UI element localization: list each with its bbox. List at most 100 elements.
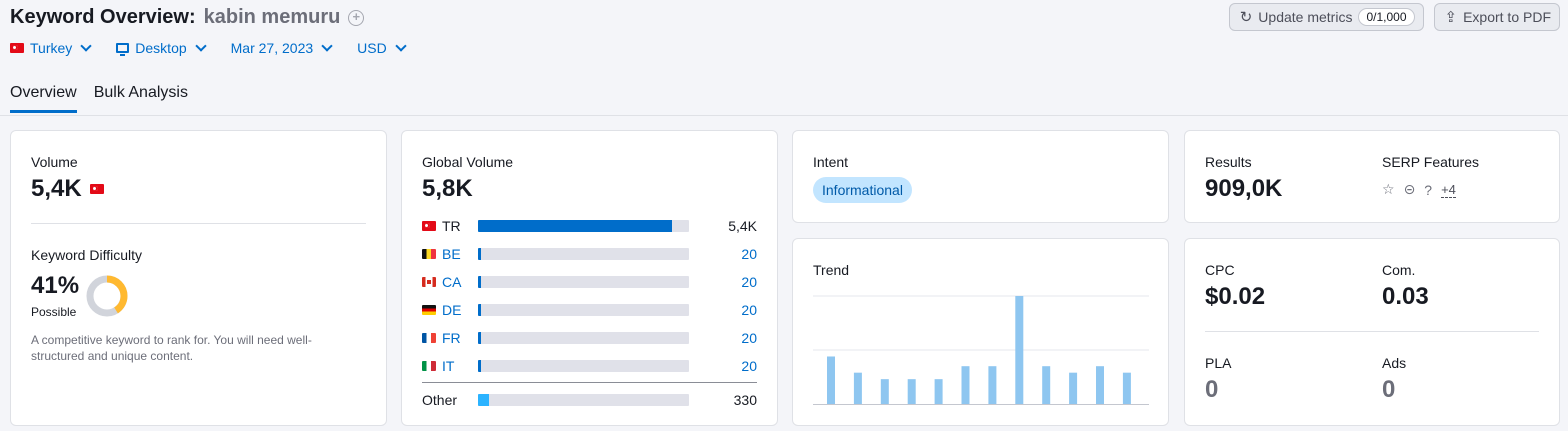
country-volume-fill xyxy=(478,248,481,260)
country-volume-row: IT 20 xyxy=(422,356,757,376)
currency-label: USD xyxy=(357,40,387,56)
country-volume-value[interactable]: 20 xyxy=(741,358,757,374)
cpc-value: $0.02 xyxy=(1205,283,1266,310)
country-select[interactable]: Turkey xyxy=(10,40,92,56)
keyword-difficulty-level: Possible xyxy=(31,305,77,319)
competition-label: Com. xyxy=(1382,262,1416,278)
country-volume-bar xyxy=(478,220,689,232)
volume-value: 5,4K xyxy=(31,175,82,202)
trend-bar[interactable] xyxy=(907,379,916,404)
volume-card: Volume 5,4K Keyword Difficulty 41% Possi… xyxy=(10,130,387,426)
country-volume-bar xyxy=(478,360,689,372)
country-volume-value[interactable]: 20 xyxy=(741,302,757,318)
tab-bulk-analysis[interactable]: Bulk Analysis xyxy=(94,84,188,113)
date-select[interactable]: Mar 27, 2023 xyxy=(230,40,333,56)
country-code[interactable]: FR xyxy=(442,330,478,346)
keyword-name: kabin memuru xyxy=(203,6,341,28)
country-volume-value[interactable]: 20 xyxy=(741,330,757,346)
country-volume-row: FR 20 xyxy=(422,328,757,348)
chevron-down-icon xyxy=(321,40,333,52)
page-title: Keyword Overview: xyxy=(10,6,196,28)
trend-bar[interactable] xyxy=(1122,372,1131,404)
date-label: Mar 27, 2023 xyxy=(230,40,314,56)
trend-bar[interactable] xyxy=(1042,366,1051,404)
keyword-difficulty-description: A competitive keyword to rank for. You w… xyxy=(31,333,312,363)
export-icon: ⇪ xyxy=(1444,9,1458,26)
country-code: TR xyxy=(442,218,461,234)
update-metrics-label: Update metrics xyxy=(1258,9,1353,25)
chevron-down-icon xyxy=(395,40,407,52)
trend-bar[interactable] xyxy=(988,366,997,404)
export-pdf-label: Export to PDF xyxy=(1463,9,1551,25)
pla-value: 0 xyxy=(1205,376,1219,403)
country-code[interactable]: IT xyxy=(442,358,478,374)
country-code[interactable]: BE xyxy=(442,246,478,262)
chevron-down-icon xyxy=(80,40,92,52)
trend-bar[interactable] xyxy=(853,372,862,404)
other-label: Other xyxy=(422,392,458,408)
trend-bar[interactable] xyxy=(827,356,835,404)
trend-bar[interactable] xyxy=(880,379,889,404)
pla-label: PLA xyxy=(1205,355,1232,371)
intent-badge: Informational xyxy=(813,177,912,203)
cpc-card: CPC $0.02 Com. 0.03 PLA 0 Ads 0 xyxy=(1184,238,1560,426)
country-volume-fill xyxy=(478,332,481,344)
be-flag-icon xyxy=(422,249,436,259)
de-flag-icon xyxy=(422,305,436,315)
country-code[interactable]: CA xyxy=(442,274,478,290)
trend-bar[interactable] xyxy=(934,379,943,404)
device-label: Desktop xyxy=(135,40,187,56)
tab-divider xyxy=(0,115,1568,116)
serp-features-more[interactable]: +4 xyxy=(1441,182,1456,198)
ads-label: Ads xyxy=(1382,355,1407,371)
global-volume-label: Global Volume xyxy=(422,154,514,170)
keyword-difficulty-value: 41% xyxy=(31,272,80,299)
tab-bar: Overview Bulk Analysis xyxy=(10,84,188,113)
country-label: Turkey xyxy=(30,40,73,56)
tab-overview[interactable]: Overview xyxy=(10,84,77,113)
global-volume-card: Global Volume 5,8K TR 5,4K BE 20 CA 20 DE 20 FR 2… xyxy=(401,130,778,426)
trend-chart xyxy=(813,295,1149,405)
question-icon: ? xyxy=(1424,181,1433,198)
serp-features-label: SERP Features xyxy=(1382,154,1480,170)
turkey-flag-icon xyxy=(10,43,24,53)
other-volume-row: Other 330 xyxy=(422,390,757,410)
intent-label: Intent xyxy=(813,154,849,170)
trend-bar[interactable] xyxy=(1069,372,1078,404)
chevron-down-icon xyxy=(194,40,207,52)
add-to-list-icon[interactable]: + xyxy=(348,9,365,26)
card-divider xyxy=(1205,331,1539,332)
device-select[interactable]: Desktop xyxy=(116,40,207,56)
country-volume-bar xyxy=(478,304,689,316)
difficulty-donut xyxy=(86,275,128,317)
filter-bar: Turkey Desktop Mar 27, 2023 USD xyxy=(10,40,407,56)
country-volume-row: CA 20 xyxy=(422,272,757,292)
fr-flag-icon xyxy=(422,333,436,343)
link-icon: ⊝ xyxy=(1403,181,1416,197)
country-volume-value[interactable]: 20 xyxy=(741,274,757,290)
competition-value: 0.03 xyxy=(1382,283,1429,310)
trend-card: Trend xyxy=(792,238,1169,426)
other-volume-fill xyxy=(478,394,489,406)
country-volume-value[interactable]: 20 xyxy=(741,246,757,262)
export-pdf-button[interactable]: ⇪ Export to PDF xyxy=(1433,3,1560,31)
trend-bar[interactable] xyxy=(1096,366,1104,404)
trend-bar[interactable] xyxy=(1015,296,1024,404)
country-volume-fill xyxy=(478,304,481,316)
country-volume-row: BE 20 xyxy=(422,244,757,264)
desktop-icon xyxy=(116,43,130,56)
other-volume-bar xyxy=(478,394,689,406)
turkey-flag-icon xyxy=(89,184,104,194)
refresh-icon: ↻ xyxy=(1239,9,1253,26)
volume-label: Volume xyxy=(31,154,78,170)
update-metrics-button[interactable]: ↻ Update metrics 0/1,000 xyxy=(1228,3,1424,31)
ads-value: 0 xyxy=(1382,376,1396,403)
trend-label: Trend xyxy=(813,262,850,278)
keyword-difficulty-label: Keyword Difficulty xyxy=(31,247,143,263)
volume-value-row: 5,4K xyxy=(31,175,104,203)
trend-bar[interactable] xyxy=(961,366,970,404)
currency-select[interactable]: USD xyxy=(357,40,407,56)
country-code[interactable]: DE xyxy=(442,302,478,318)
global-volume-value: 5,8K xyxy=(422,175,473,202)
country-volume-row: TR 5,4K xyxy=(422,216,757,236)
